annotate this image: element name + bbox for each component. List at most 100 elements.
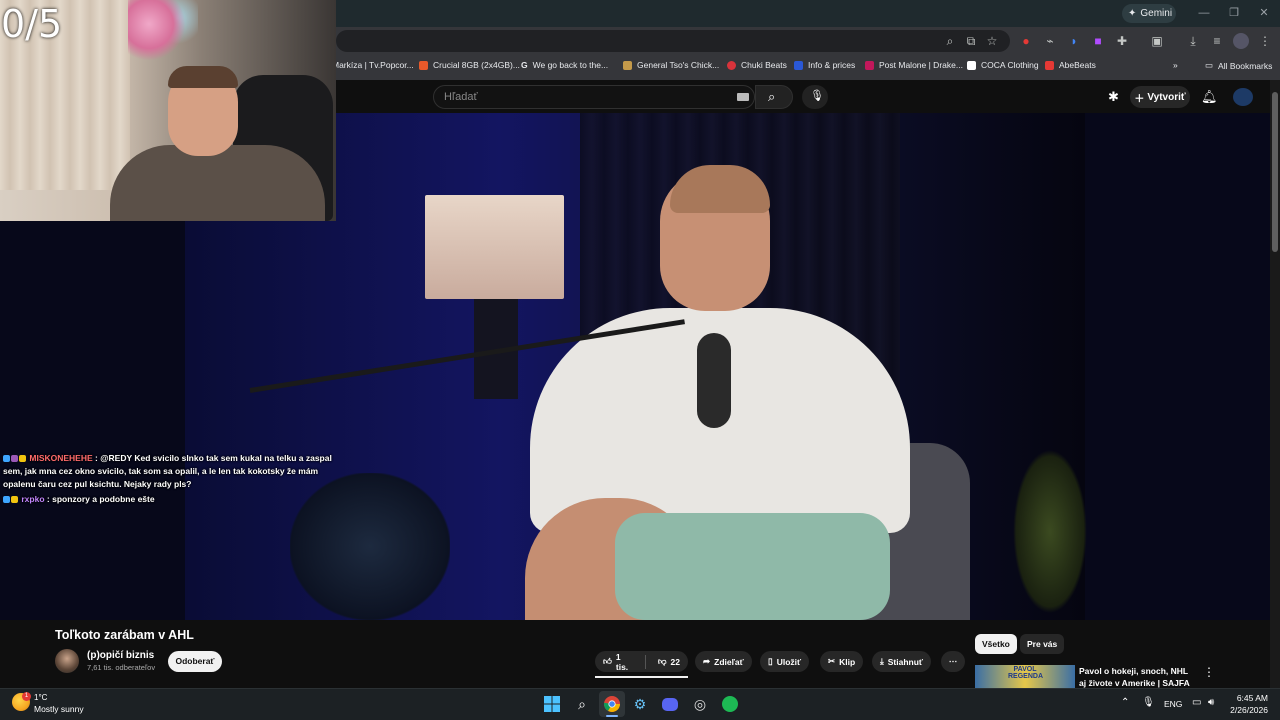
plant [1010,443,1090,620]
filter-chip-all[interactable]: Všetko [975,634,1017,654]
bookmark-label: Chuki Beats [741,60,787,70]
badge-icon [11,496,18,503]
temperature[interactable]: 1°C [34,693,47,702]
clock[interactable]: 6:45 AM 2/26/2026 [1222,692,1268,716]
bookmark-label: AbeBeats [1059,60,1096,70]
mic-icon[interactable]: 🎙 [1142,697,1155,708]
channel-name[interactable]: (p)opičí biznis [87,650,154,661]
create-button[interactable]: ＋ Vytvoriť [1130,86,1190,108]
chat-message: MISKONEHEHE : @REDY Ked svicilo slnko ta… [3,452,343,491]
weather-condition[interactable]: Mostly sunny [34,704,84,714]
language-indicator[interactable]: ENG [1164,699,1182,709]
search-icon[interactable]: ⌕ [572,694,592,714]
bookmark-icon: ▯ [768,656,773,666]
sparkle-icon: ✦ [1128,8,1137,19]
channel-avatar[interactable] [55,649,79,673]
bookmark-item[interactable]: AbeBeats [1045,60,1096,70]
dislike-count: 22 [670,656,680,667]
keyboard-icon[interactable] [737,93,749,101]
display-icon[interactable]: ▭ [1192,697,1201,708]
gemini-label: Gemini [1140,8,1173,19]
plush-toys [128,0,198,60]
star-icon[interactable]: ☆ [984,33,1000,49]
extension-icon[interactable]: ● [1018,33,1034,49]
bookmark-item[interactable]: Info & prices [794,60,855,70]
bookmark-item[interactable]: Chuki Beats [727,60,787,70]
filter-chip-for-you[interactable]: Pre vás [1020,634,1065,654]
save-button[interactable]: ▯ Uložiť [760,651,810,672]
more-actions-button[interactable]: ⋯ [941,651,965,672]
save-label: Uložiť [776,656,802,667]
extension-icon[interactable]: ■ [1090,33,1106,49]
mic-icon: 🎙 [810,90,824,102]
more-icon: ⋯ [948,656,958,666]
microphone [697,333,731,428]
bookmark-item[interactable]: General Tso's Chick... [623,60,719,70]
bookmark-item[interactable]: COCA Clothing [967,60,1039,70]
favicon-icon [865,60,874,70]
cast-icon[interactable]: ⧉ [963,33,979,49]
chrome-icon[interactable] [602,694,622,714]
bookmark-label: Post Malone | Drake... [879,60,963,70]
share-button[interactable]: ➦ Zdieľať [695,651,752,672]
subscribe-button[interactable]: Odoberať [168,651,222,672]
playlist-icon[interactable]: ≡ [1209,33,1225,49]
steam-icon[interactable]: ⚙ [630,694,650,714]
chat-username: rxpko [21,494,45,504]
puzzle-icon[interactable]: ✚ [1114,33,1130,49]
avatar[interactable] [1233,88,1253,106]
maximize-icon[interactable]: ❐ [1226,5,1242,21]
badge-icon [3,496,10,503]
menu-icon[interactable]: ⋮ [1257,33,1273,49]
search-icon: ⌕ [768,89,776,104]
speaker-shorts [615,513,890,620]
favicon-icon [967,60,976,70]
bookmark-item[interactable]: Crucial 8GB (2x4GB)... [419,60,520,70]
app-icon[interactable]: ◎ [690,694,710,714]
gear-icon[interactable]: ✱ [1108,89,1119,105]
all-bookmarks[interactable]: ▭ All Bookmarks [1205,60,1272,71]
bookmark-label: COCA Clothing [981,60,1039,70]
extension-icon[interactable]: ⌁ [1042,33,1058,49]
address-bar[interactable] [336,30,1010,52]
google-icon: G [521,60,528,70]
bookmark-item[interactable]: Markíza | Tv.Popcor... [332,60,414,70]
badge-icon [11,455,18,462]
minimize-icon[interactable]: — [1196,5,1212,21]
bell-icon[interactable]: 🔔︎ [1201,89,1218,105]
windows-start-icon[interactable] [542,694,562,714]
download-button[interactable]: ⤓ Stiahnuť [872,651,932,672]
profile-avatar[interactable] [1233,33,1249,49]
bookmark-item[interactable]: Post Malone | Drake... [865,60,963,70]
extension-icon[interactable]: ◗ [1066,33,1082,49]
gemini-button[interactable]: ✦ Gemini [1122,4,1176,23]
bookmark-label: General Tso's Chick... [637,60,720,70]
clip-button[interactable]: ✂ Klip [820,651,864,672]
more-bookmarks-icon[interactable]: » [1173,60,1178,70]
like-button[interactable]: 👍︎ 1 tis. [595,651,641,672]
scissors-icon: ✂ [828,656,836,666]
chevron-up-icon[interactable]: ⌃ [1121,697,1129,708]
download-icon: ⤓ [880,656,884,666]
volume-icon[interactable]: 🔊︎ [1208,697,1214,708]
like-dislike-group: 👍︎ 1 tis. 👎︎ 22 [595,651,688,672]
bookmark-label: Markíza | Tv.Popcor... [332,60,414,70]
download-icon[interactable]: ⤓ [1185,33,1201,49]
close-icon[interactable]: ✕ [1256,5,1272,21]
more-icon[interactable]: ⋮ [1203,665,1215,679]
bookmark-item[interactable]: G We go back to the... [521,60,608,70]
zoom-icon[interactable]: ⌕ [942,33,958,49]
search-button[interactable]: ⌕ [755,85,793,109]
share-label: Zdieľať [714,656,744,667]
chat-message: rxpko : sponzory a podobne ešte [3,493,343,506]
sidepanel-icon[interactable]: ▣ [1149,33,1165,49]
favicon-icon [727,60,736,70]
active-indicator [606,715,618,717]
spotify-icon[interactable] [720,694,740,714]
dislike-button[interactable]: 👎︎ 22 [650,651,688,672]
discord-icon[interactable] [660,694,680,714]
folder-icon: ▭ [1205,60,1214,70]
search-input[interactable]: Hľadať [433,85,755,109]
scrollbar-thumb[interactable] [1272,92,1278,252]
voice-search-button[interactable]: 🎙 [802,85,828,109]
